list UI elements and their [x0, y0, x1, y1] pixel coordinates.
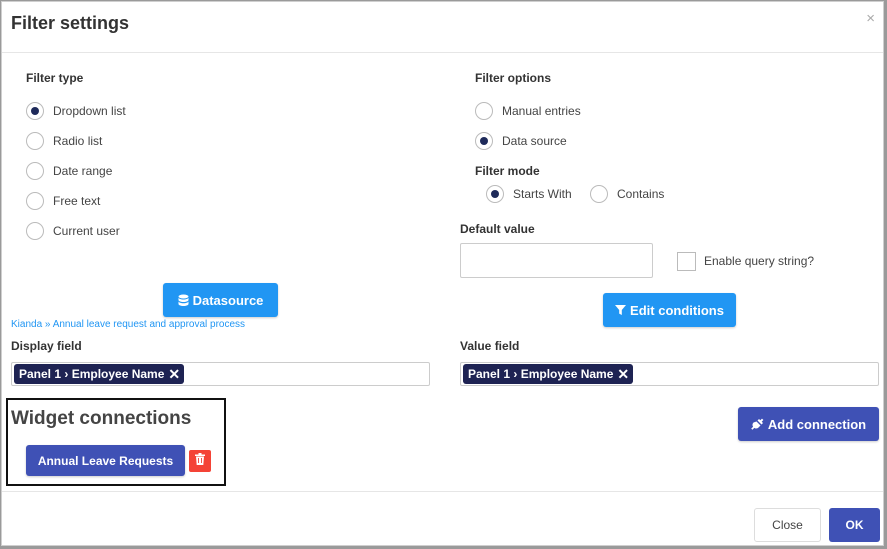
ok-button[interactable]: OK [829, 508, 880, 542]
radio-button[interactable] [26, 132, 44, 150]
remove-tag-icon[interactable]: ✕ [168, 366, 180, 383]
radio-label: Current user [53, 224, 120, 238]
radio-button[interactable] [486, 185, 504, 203]
radio-label: Free text [53, 194, 101, 208]
datasource-button[interactable]: Datasource [163, 283, 278, 317]
dialog-title: Filter settings [11, 13, 130, 33]
add-connection-label: Add connection [767, 416, 867, 432]
radio-label: Data source [502, 134, 567, 148]
radio-label: Date range [53, 164, 113, 178]
header-divider [2, 52, 883, 53]
radio-starts-with[interactable]: Starts With [486, 185, 572, 203]
filter-type-label: Filter type [26, 71, 84, 85]
filter-options-label: Filter options [475, 71, 551, 85]
tag-label: Panel 1 › Employee Name [468, 367, 614, 381]
footer-divider [2, 491, 883, 492]
filter-icon [615, 304, 627, 316]
radio-label: Radio list [53, 134, 103, 148]
radio-button[interactable] [475, 132, 493, 150]
trash-icon [195, 452, 205, 470]
display-field-label: Display field [11, 339, 82, 353]
connection-label: Annual Leave Requests [37, 453, 174, 468]
radio-free-text[interactable]: Free text [26, 192, 100, 210]
radio-button[interactable] [26, 102, 44, 120]
display-field-input[interactable]: Panel 1 › Employee Name ✕ [11, 362, 430, 386]
edit-conditions-button[interactable]: Edit conditions [603, 293, 736, 327]
close-icon[interactable]: × [866, 10, 875, 27]
display-field-tag: Panel 1 › Employee Name ✕ [14, 364, 185, 384]
default-value-input[interactable] [460, 243, 653, 278]
radio-label: Starts With [513, 187, 572, 201]
radio-dropdown-list[interactable]: Dropdown list [26, 102, 126, 120]
value-field-tag: Panel 1 › Employee Name ✕ [463, 364, 634, 384]
radio-button[interactable] [26, 162, 44, 180]
plug-icon [751, 418, 764, 431]
radio-label: Manual entries [502, 104, 581, 118]
default-value-label: Default value [460, 222, 535, 236]
tag-label: Panel 1 › Employee Name [19, 367, 165, 381]
datasource-breadcrumb[interactable]: Kianda » Annual leave request and approv… [11, 319, 245, 330]
edit-conditions-button-label: Edit conditions [630, 302, 724, 318]
value-field-input[interactable]: Panel 1 › Employee Name ✕ [460, 362, 879, 386]
connection-annual-leave-requests[interactable]: Annual Leave Requests [26, 445, 185, 476]
query-string-checkbox[interactable] [677, 252, 696, 271]
radio-button[interactable] [26, 222, 44, 240]
radio-label: Contains [617, 187, 665, 201]
database-icon [178, 294, 189, 307]
radio-current-user[interactable]: Current user [26, 222, 120, 240]
radio-contains[interactable]: Contains [590, 185, 664, 203]
datasource-button-label: Datasource [192, 292, 264, 308]
filter-mode-label: Filter mode [475, 164, 540, 178]
radio-manual-entries[interactable]: Manual entries [475, 102, 581, 120]
radio-radio-list[interactable]: Radio list [26, 132, 102, 150]
query-string-label: Enable query string? [704, 254, 815, 268]
radio-date-range[interactable]: Date range [26, 162, 112, 180]
radio-button[interactable] [590, 185, 608, 203]
remove-tag-icon[interactable]: ✕ [617, 366, 629, 383]
delete-connection-button[interactable] [189, 450, 211, 472]
filter-settings-dialog: Filter settings × Filter type Dropdown l… [1, 1, 884, 546]
radio-button[interactable] [475, 102, 493, 120]
close-button[interactable]: Close [754, 508, 821, 542]
radio-data-source[interactable]: Data source [475, 132, 567, 150]
value-field-label: Value field [460, 339, 520, 353]
radio-button[interactable] [26, 192, 44, 210]
widget-connections-title: Widget connections [11, 408, 192, 429]
radio-label: Dropdown list [53, 104, 126, 118]
add-connection-button[interactable]: Add connection [738, 407, 879, 441]
